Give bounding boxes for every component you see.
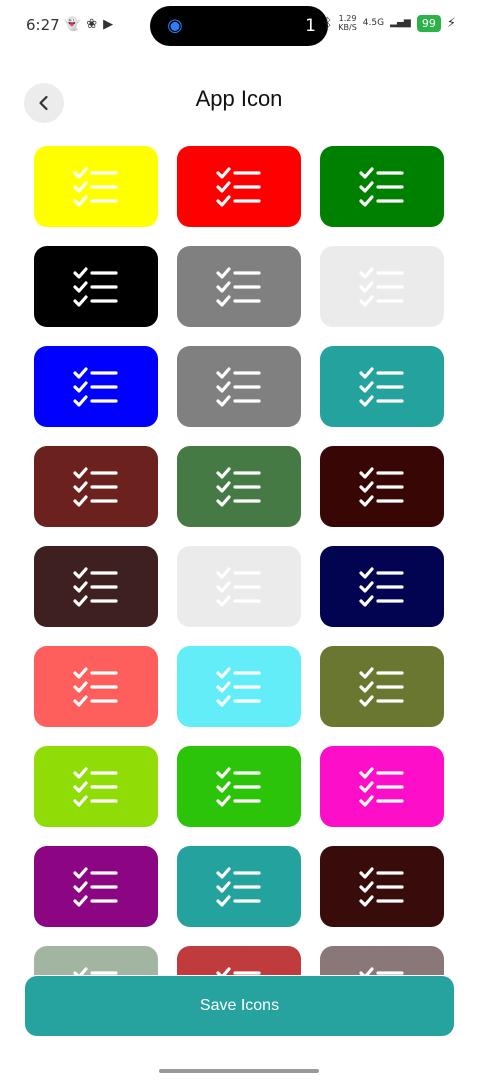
checklist-icon (73, 966, 118, 975)
icon-option-tile[interactable] (177, 146, 301, 227)
icon-option-tile[interactable] (177, 646, 301, 727)
checklist-icon (359, 866, 404, 907)
status-time: 6:27 (26, 16, 60, 34)
icon-option-tile[interactable] (177, 346, 301, 427)
save-icons-button[interactable]: Save Icons (25, 976, 454, 1036)
checklist-icon (73, 766, 118, 807)
checklist-icon (216, 366, 261, 407)
checklist-icon (359, 466, 404, 507)
network-label: 4.5G (362, 18, 385, 28)
checklist-icon (216, 966, 261, 975)
checklist-icon (73, 166, 118, 207)
checklist-icon (73, 266, 118, 307)
battery-indicator: 99 (416, 14, 441, 32)
checklist-icon (73, 466, 118, 507)
checklist-icon (216, 766, 261, 807)
icon-option-tile[interactable] (177, 446, 301, 527)
bluetooth-icon: ᛒ (324, 15, 333, 31)
icon-option-tile[interactable] (320, 146, 444, 227)
status-left-icons: 👻 ❀ ▶ (64, 16, 113, 34)
icon-option-tile[interactable] (320, 846, 444, 927)
checklist-icon (73, 366, 118, 407)
icon-option-tile[interactable] (177, 546, 301, 627)
icon-option-tile[interactable] (320, 346, 444, 427)
icon-option-tile[interactable] (34, 546, 158, 627)
status-bar: 6:27 👻 ❀ ▶ ◉ 1 ᛒ 1.29 KB/S 4.5G ▂▄▆ 99 ⚡ (0, 0, 478, 56)
checklist-icon (216, 866, 261, 907)
checklist-icon (73, 866, 118, 907)
checklist-icon (359, 166, 404, 207)
status-right-icons: ᛒ 1.29 KB/S 4.5G ▂▄▆ 99 ⚡ (324, 14, 456, 32)
checklist-icon (359, 766, 404, 807)
checklist-icon (359, 666, 404, 707)
icon-option-tile[interactable] (320, 746, 444, 827)
home-indicator[interactable] (159, 1069, 319, 1073)
icon-option-tile[interactable] (177, 846, 301, 927)
dynamic-island[interactable]: ◉ 1 (150, 6, 328, 46)
signal-icon: ▂▄▆ (390, 18, 411, 28)
checklist-icon (359, 566, 404, 607)
icon-option-tile[interactable] (177, 746, 301, 827)
pinwheel-icon: ❀ (86, 17, 98, 32)
icon-option-tile[interactable] (320, 446, 444, 527)
icon-grid (34, 146, 444, 975)
icon-option-tile[interactable] (34, 346, 158, 427)
checklist-icon (216, 266, 261, 307)
icon-option-tile[interactable] (320, 246, 444, 327)
checklist-icon (359, 366, 404, 407)
icon-option-tile[interactable] (34, 246, 158, 327)
net-speed: 1.29 KB/S (338, 14, 357, 32)
checklist-icon (73, 566, 118, 607)
icon-option-tile[interactable] (34, 846, 158, 927)
icon-grid-scroll[interactable] (0, 140, 478, 975)
icon-option-tile[interactable] (34, 646, 158, 727)
icon-option-tile[interactable] (34, 446, 158, 527)
icon-option-tile[interactable] (177, 246, 301, 327)
checklist-icon (359, 966, 404, 975)
broadcast-icon: ◉ (167, 15, 183, 36)
icon-option-tile[interactable] (320, 546, 444, 627)
icon-option-tile[interactable] (177, 946, 301, 975)
charging-icon: ⚡ (446, 15, 456, 31)
checklist-icon (216, 166, 261, 207)
icon-option-tile[interactable] (34, 746, 158, 827)
island-count: 1 (305, 16, 316, 36)
icon-option-tile[interactable] (320, 646, 444, 727)
checklist-icon (216, 666, 261, 707)
youtube-icon: ▶ (103, 17, 114, 32)
checklist-icon (359, 266, 404, 307)
checklist-icon (216, 466, 261, 507)
icon-option-tile[interactable] (34, 146, 158, 227)
checklist-icon (73, 666, 118, 707)
snapchat-icon: 👻 (64, 17, 81, 32)
icon-option-tile[interactable] (34, 946, 158, 975)
checklist-icon (216, 566, 261, 607)
icon-option-tile[interactable] (320, 946, 444, 975)
page-title: App Icon (195, 86, 283, 111)
